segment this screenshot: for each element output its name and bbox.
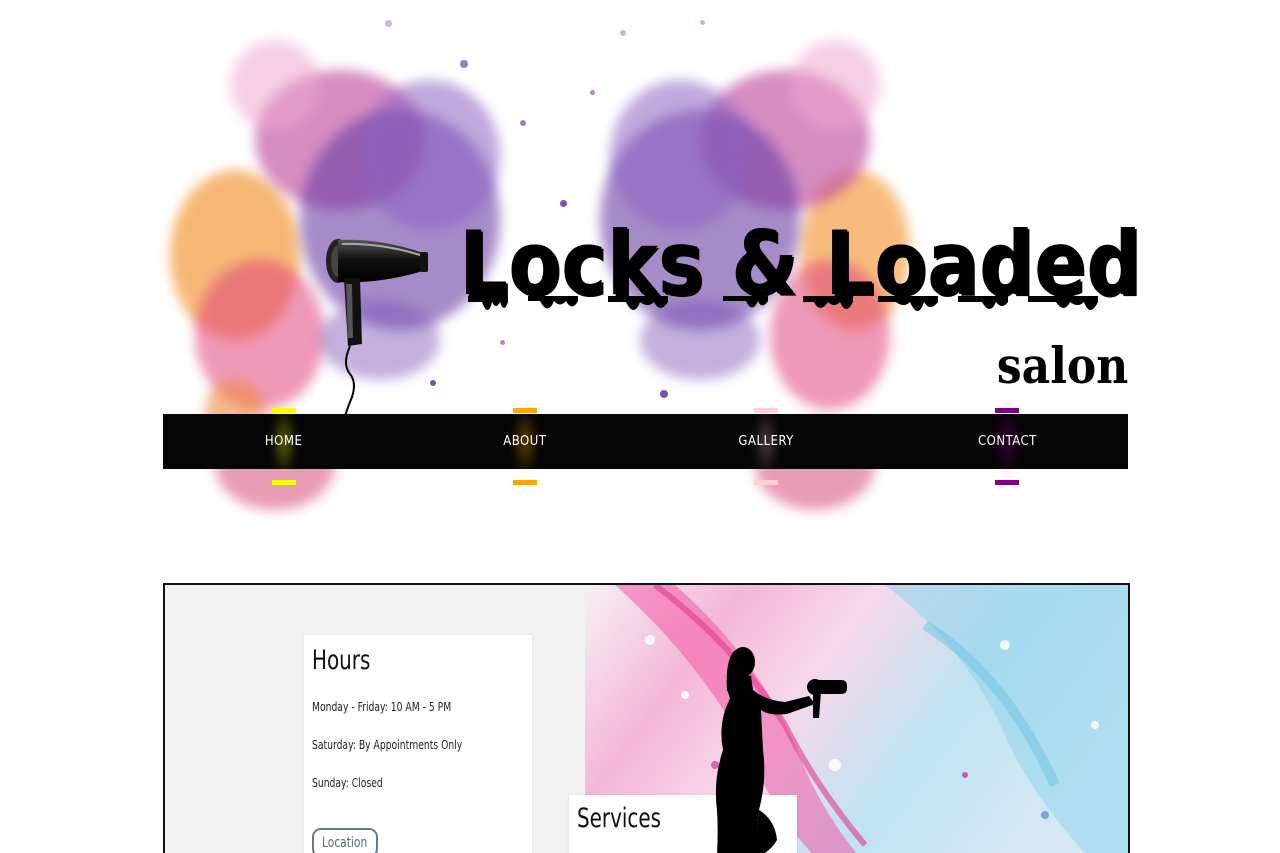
location-button-label: Location bbox=[322, 835, 368, 851]
nav-label-gallery: GALLERY bbox=[738, 434, 794, 449]
services-title: Services bbox=[577, 803, 661, 834]
hours-weekday: Monday - Friday: 10 AM - 5 PM bbox=[312, 699, 452, 714]
info-section: Hours Monday - Friday: 10 AM - 5 PM Satu… bbox=[163, 583, 1130, 853]
hours-card: Hours Monday - Friday: 10 AM - 5 PM Satu… bbox=[304, 635, 532, 853]
drip-decoration bbox=[468, 296, 1098, 311]
hours-sunday: Sunday: Closed bbox=[312, 775, 383, 790]
brand-subtitle: salon bbox=[996, 336, 1128, 395]
nav-label-about: ABOUT bbox=[503, 434, 547, 449]
location-button[interactable]: Location bbox=[312, 828, 378, 853]
nav-item-about[interactable]: ABOUT bbox=[455, 406, 595, 485]
header-banner: Locks & Loaded salon bbox=[0, 0, 1280, 560]
page: Locks & Loaded salon HOME ABOUT GALLERY … bbox=[0, 0, 1280, 853]
hours-title: Hours bbox=[312, 645, 371, 676]
nav-item-contact[interactable]: CONTACT bbox=[937, 406, 1077, 485]
hair-dryer-icon bbox=[326, 239, 428, 420]
main-nav: HOME ABOUT GALLERY CONTACT bbox=[163, 406, 1128, 485]
nav-item-home[interactable]: HOME bbox=[214, 406, 354, 485]
nav-label-contact: CONTACT bbox=[977, 434, 1037, 449]
stylist-silhouette bbox=[715, 647, 847, 853]
hours-saturday: Saturday: By Appointments Only bbox=[312, 737, 463, 752]
nav-label-home: HOME bbox=[264, 434, 303, 449]
nav-item-gallery[interactable]: GALLERY bbox=[696, 406, 836, 485]
